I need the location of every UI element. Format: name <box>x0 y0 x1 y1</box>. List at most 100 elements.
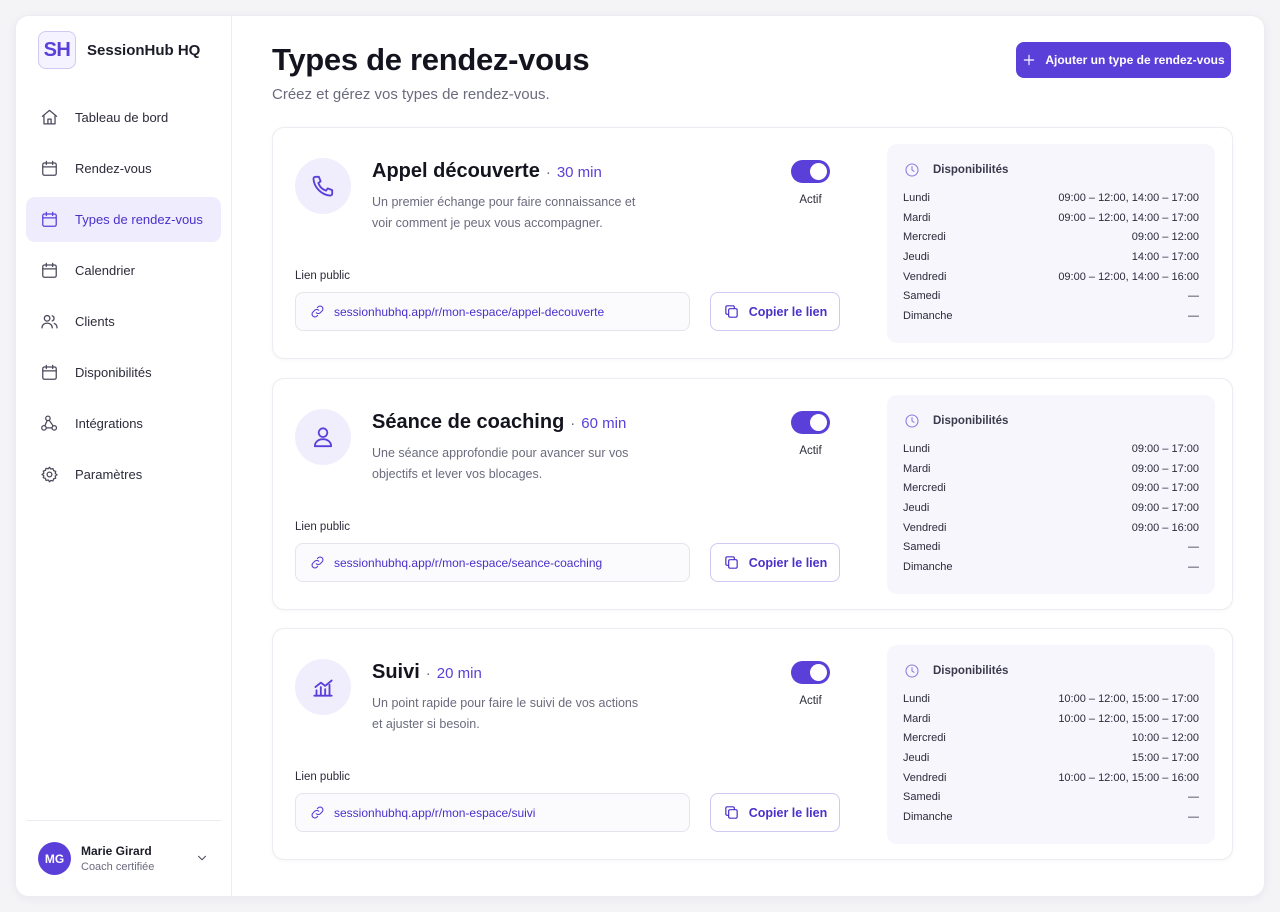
sidebar-item-label: Rendez-vous <box>75 161 152 176</box>
availability-row: Samedi — <box>903 787 1199 807</box>
copy-link-button[interactable]: Copier le lien <box>710 292 840 331</box>
type-name: Appel découverte <box>372 160 540 182</box>
user-icon <box>295 409 351 465</box>
brand[interactable]: SH SessionHub HQ <box>38 31 200 69</box>
availability-header: Disponibilités <box>903 162 1199 178</box>
availability-row: Mardi 09:00 – 12:00, 14:00 – 17:00 <box>903 208 1199 228</box>
public-link-field[interactable]: sessionhubhq.app/r/mon-espace/appel-deco… <box>295 292 690 331</box>
availability-row: Samedi — <box>903 286 1199 306</box>
status-label: Actif <box>799 445 822 457</box>
hours: — <box>1188 309 1199 322</box>
day: Vendredi <box>903 521 947 534</box>
chart-icon <box>295 659 351 715</box>
sidebar-item-parametres[interactable]: Paramètres <box>26 452 221 497</box>
calendar-icon <box>40 159 59 178</box>
home-icon <box>40 108 59 127</box>
hours: — <box>1188 560 1199 573</box>
clock-icon <box>904 663 920 679</box>
type-name: Suivi <box>372 661 420 683</box>
type-description: Un point rapide pour faire le suivi de v… <box>372 696 639 731</box>
availability-row: Jeudi 14:00 – 17:00 <box>903 247 1199 267</box>
day: Vendredi <box>903 270 947 283</box>
sidebar-item-disponibilites[interactable]: Disponibilités <box>26 350 221 395</box>
hours: 09:00 – 17:00 <box>1131 501 1199 514</box>
day: Samedi <box>903 290 941 303</box>
link-icon <box>310 555 325 570</box>
availability-row: Dimanche — <box>903 807 1199 827</box>
availability-row: Jeudi 15:00 – 17:00 <box>903 748 1199 768</box>
toggle-knob <box>810 163 827 180</box>
hours: 10:00 – 12:00, 15:00 – 17:00 <box>1058 712 1199 725</box>
add-button-label: Ajouter un type de rendez-vous <box>1045 53 1225 67</box>
type-description: Un premier échange pour faire connaissan… <box>372 195 636 230</box>
clock-icon <box>904 413 920 429</box>
sidebar-item-label: Calendrier <box>75 263 135 278</box>
user-name: Marie Girard <box>81 844 152 858</box>
day: Samedi <box>903 791 941 804</box>
status-label: Actif <box>799 695 822 707</box>
sidebar-item-calendrier[interactable]: Calendrier <box>26 248 221 293</box>
day: Jeudi <box>903 501 930 514</box>
public-link-label: Lien public <box>295 521 350 533</box>
user-menu[interactable]: MG Marie Girard Coach certifiée <box>26 820 221 896</box>
availability-row: Jeudi 09:00 – 17:00 <box>903 498 1199 518</box>
sidebar-item-tableau-de-bord[interactable]: Tableau de bord <box>26 95 221 140</box>
copy-link-label: Copier le lien <box>748 555 828 570</box>
sidebar-item-label: Paramètres <box>75 467 143 482</box>
link-icon <box>310 304 325 319</box>
public-link-label: Lien public <box>295 771 350 783</box>
hours: 09:00 – 17:00 <box>1131 442 1199 455</box>
availability-row: Mardi 10:00 – 12:00, 15:00 – 17:00 <box>903 709 1199 729</box>
availability-header: Disponibilités <box>903 663 1199 679</box>
avatar: MG <box>38 842 71 875</box>
sidebar: SH SessionHub HQ Tableau de bord Rendez-… <box>16 16 232 896</box>
page-subtitle: Créez et gérez vos types de rendez-vous. <box>272 86 550 103</box>
day: Mercredi <box>903 231 946 244</box>
public-link-label: Lien public <box>295 270 350 282</box>
chevron-down-icon[interactable] <box>195 851 209 865</box>
active-toggle[interactable] <box>791 661 830 684</box>
active-toggle[interactable] <box>791 411 830 434</box>
app-window: SH SessionHub HQ Tableau de bord Rendez-… <box>15 15 1265 897</box>
day: Mardi <box>903 712 931 725</box>
public-link-field[interactable]: sessionhubhq.app/r/mon-espace/suivi <box>295 793 690 832</box>
brand-name: SessionHub HQ <box>87 41 201 59</box>
sidebar-item-types-de-rendez-vous[interactable]: Types de rendez-vous <box>26 197 221 242</box>
add-appointment-type-button[interactable]: Ajouter un type de rendez-vous <box>1016 42 1231 78</box>
type-duration: 60 min <box>581 415 627 432</box>
active-toggle[interactable] <box>791 160 830 183</box>
sidebar-item-clients[interactable]: Clients <box>26 299 221 344</box>
hours: 14:00 – 17:00 <box>1131 250 1199 263</box>
hours: — <box>1188 810 1199 823</box>
availability-row: Mercredi 09:00 – 12:00 <box>903 227 1199 247</box>
availability-row: Mercredi 10:00 – 12:00 <box>903 728 1199 748</box>
sidebar-item-rendez-vous[interactable]: Rendez-vous <box>26 146 221 191</box>
day: Dimanche <box>903 810 953 823</box>
public-link-url: sessionhubhq.app/r/mon-espace/appel-deco… <box>334 304 605 319</box>
hours: — <box>1188 290 1199 303</box>
clock-icon <box>904 162 920 178</box>
copy-icon <box>723 804 740 821</box>
copy-link-button[interactable]: Copier le lien <box>710 793 840 832</box>
day: Lundi <box>903 191 930 204</box>
copy-link-button[interactable]: Copier le lien <box>710 543 840 582</box>
type-header: Séance de coaching · 60 min <box>372 411 626 434</box>
day: Jeudi <box>903 751 930 764</box>
public-link-field[interactable]: sessionhubhq.app/r/mon-espace/seance-coa… <box>295 543 690 582</box>
type-description: Une séance approfondie pour avancer sur … <box>372 446 629 481</box>
availability-row: Dimanche — <box>903 306 1199 326</box>
availability-row: Mardi 09:00 – 17:00 <box>903 459 1199 479</box>
type-name: Séance de coaching <box>372 411 565 433</box>
sidebar-item-integrations[interactable]: Intégrations <box>26 401 221 446</box>
copy-link-label: Copier le lien <box>748 304 828 319</box>
user-role: Coach certifiée <box>81 861 155 873</box>
hours: 15:00 – 17:00 <box>1131 751 1199 764</box>
hours: 09:00 – 12:00, 14:00 – 16:00 <box>1058 270 1199 283</box>
hours: 09:00 – 12:00, 14:00 – 17:00 <box>1058 211 1199 224</box>
availability-row: Dimanche — <box>903 557 1199 577</box>
availability-row: Vendredi 09:00 – 16:00 <box>903 518 1199 538</box>
day: Samedi <box>903 541 941 554</box>
public-link-url: sessionhubhq.app/r/mon-espace/seance-coa… <box>334 555 603 570</box>
day: Mardi <box>903 211 931 224</box>
day: Mercredi <box>903 732 946 745</box>
